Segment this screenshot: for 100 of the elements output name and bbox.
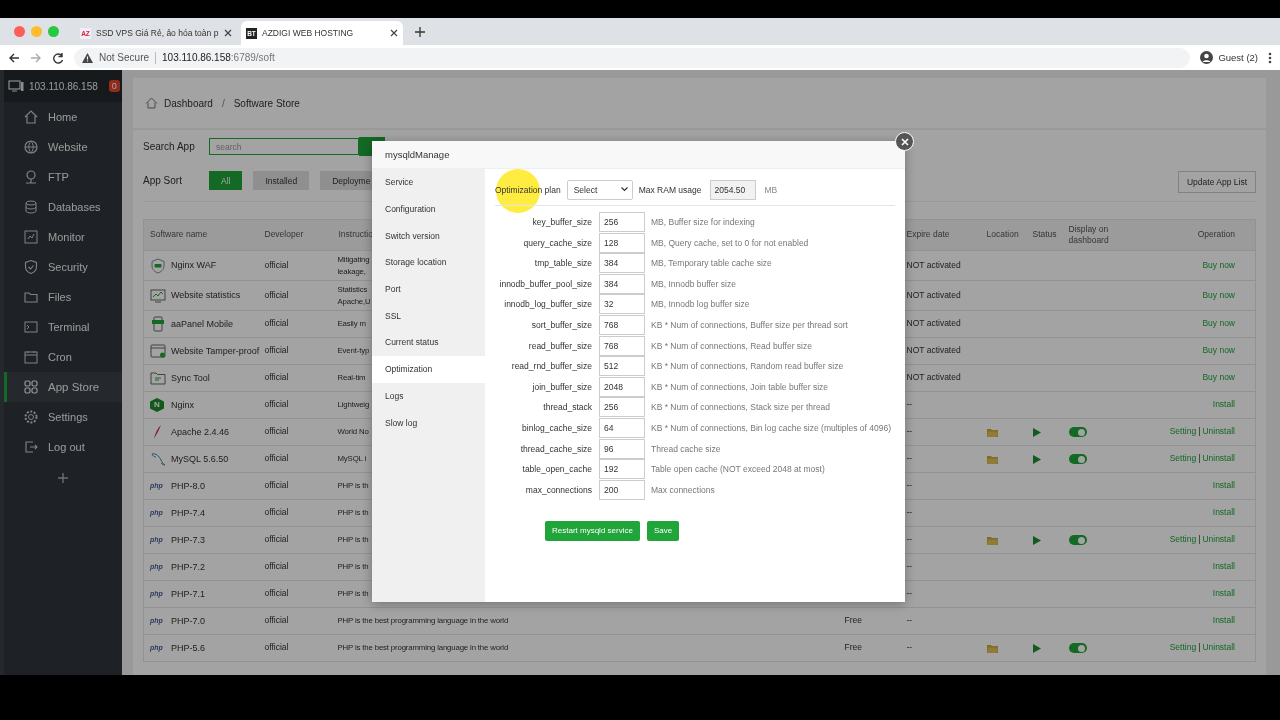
software-name: PHP-7.3 <box>171 533 205 547</box>
nav-item[interactable]: FTP <box>4 162 122 192</box>
param-field[interactable]: 512 <box>599 356 645 377</box>
restart-button[interactable]: Restart mysqld service <box>545 520 640 541</box>
nav-item[interactable]: App Store <box>4 372 122 402</box>
param-description: MB, Temporary table cache size <box>651 258 773 269</box>
nav-item[interactable]: Databases <box>4 192 122 222</box>
developer-cell: official <box>258 280 333 311</box>
expire-text: NOT activated <box>906 372 961 383</box>
dialog-title: mysqldManage <box>372 141 905 169</box>
expire-text: -- <box>906 453 913 464</box>
dialog-nav-item[interactable]: Storage location <box>372 249 485 276</box>
software-name: PHP-7.4 <box>171 506 205 520</box>
update-app-list-button[interactable]: Update App List <box>1178 171 1256 193</box>
price-text: Free <box>844 642 862 653</box>
software-name: Website Tamper-proof <box>171 344 260 358</box>
breadcrumb-separator: / <box>221 97 225 109</box>
profile-button[interactable]: Guest (2) <box>1200 51 1258 64</box>
developer-cell: official <box>258 250 333 281</box>
link-separator: | <box>1198 426 1201 437</box>
param-description: Table open cache (NOT exceed 2048 at most) <box>651 464 826 475</box>
tab-title: SSD VPS Giá Rẻ, ảo hóa toàn p <box>96 28 219 38</box>
param-label: query_cache_size <box>522 237 592 248</box>
ram-field[interactable]: 2054.50 <box>709 179 756 200</box>
param-description: KB * Num of connections, Bin log cache size (multiples of 4096) <box>651 422 892 433</box>
breadcrumb-link[interactable]: Software Store <box>233 97 300 109</box>
software-name: PHP-7.1 <box>171 587 205 601</box>
plan-select[interactable]: Select <box>566 179 633 200</box>
column-header: Developer <box>258 219 333 251</box>
software-name: Sync Tool <box>171 371 210 385</box>
param-description: KB * Num of connections, Join table buffer size <box>651 381 830 392</box>
dialog-nav-item[interactable]: SSL <box>372 302 485 330</box>
dialog-nav-item[interactable]: Port <box>372 275 485 303</box>
param-label: thread_stack <box>542 402 592 413</box>
param-field[interactable]: 256 <box>599 212 645 232</box>
expire-text: -- <box>906 426 913 437</box>
expire-text: -- <box>906 588 913 599</box>
param-field[interactable]: 384 <box>599 273 645 294</box>
software-name: Nginx WAF <box>171 259 217 272</box>
filter-tab[interactable]: Installed <box>253 171 310 190</box>
software-name: PHP-7.2 <box>171 560 205 574</box>
nav-item[interactable]: Security <box>4 252 122 282</box>
nav-item[interactable]: Files <box>4 282 122 312</box>
expire-text: NOT activated <box>906 345 961 356</box>
nav-item[interactable]: Website <box>4 132 122 162</box>
param-field[interactable]: 768 <box>599 335 645 356</box>
nav-item[interactable]: Log out <box>4 432 122 462</box>
param-label: table_open_cache <box>521 464 592 475</box>
developer-cell: official <box>258 499 333 527</box>
expire-text: -- <box>906 399 913 410</box>
param-field[interactable]: 256 <box>599 397 645 418</box>
param-label: binlog_cache_size <box>521 422 592 433</box>
breadcrumb-link[interactable]: Dashboard <box>164 97 213 109</box>
param-label: thread_cache_size <box>519 443 592 454</box>
param-description: Thread cache size <box>651 443 722 454</box>
tab-title: AZDIGI WEB HOSTING <box>262 28 355 38</box>
param-field[interactable]: 200 <box>599 479 645 500</box>
param-label: max_connections <box>524 484 592 495</box>
dialog-nav-item[interactable]: Logs <box>372 382 485 410</box>
nav-item[interactable]: Monitor <box>4 222 122 252</box>
nav-item[interactable]: Home <box>4 102 122 132</box>
param-field[interactable]: 128 <box>599 232 645 253</box>
param-field[interactable]: 192 <box>599 459 645 480</box>
param-field[interactable]: 32 <box>599 294 645 315</box>
server-address: 103.110.86.158 <box>29 80 98 92</box>
dialog-nav-item[interactable]: Switch version <box>372 222 485 250</box>
search-label: Search App <box>143 141 196 152</box>
param-field[interactable]: 2048 <box>599 376 645 397</box>
param-label: key_buffer_size <box>531 217 592 227</box>
notification-badge: 0 <box>108 80 120 92</box>
param-field[interactable]: 384 <box>599 253 645 274</box>
expire-text: -- <box>906 615 913 626</box>
expire-text: -- <box>906 642 913 653</box>
dialog-nav-item[interactable]: Slow log <box>372 409 485 436</box>
param-description: MB, Innodb buffer size <box>651 278 737 289</box>
column-header: Status <box>1026 219 1063 251</box>
dialog-nav-item[interactable]: Current status <box>372 329 485 356</box>
hexagon-logo: N <box>150 398 164 412</box>
expire-text: -- <box>906 534 913 545</box>
column-header: Location <box>980 219 1027 251</box>
param-label: read_buffer_size <box>527 340 592 351</box>
expire-text: NOT activated <box>906 318 961 329</box>
expire-text: NOT activated <box>906 289 961 300</box>
param-description: Max connections <box>651 484 716 495</box>
unit-label: MB <box>764 184 778 195</box>
software-name: PHP-7.0 <box>171 614 205 628</box>
expire-text: -- <box>906 480 913 491</box>
param-field[interactable]: 64 <box>599 417 645 438</box>
param-label: innodb_buffer_pool_size <box>498 278 592 289</box>
software-name: MySQL 5.6.50 <box>171 452 229 466</box>
nav-item[interactable]: Settings <box>4 402 122 432</box>
param-field[interactable]: 768 <box>599 314 645 335</box>
url-text: 103.110.86.158:6789/soft <box>162 52 275 63</box>
dialog-nav-item[interactable]: Optimization <box>372 355 485 383</box>
price-text: Free <box>844 615 862 626</box>
nav-item[interactable]: Cron <box>4 342 122 372</box>
save-button[interactable]: Save <box>646 520 680 541</box>
param-field[interactable]: 96 <box>599 438 645 459</box>
nav-item[interactable]: Terminal <box>4 312 122 342</box>
address-bar[interactable]: Not Secure 103.110.86.158:6789/soft <box>74 47 1191 68</box>
